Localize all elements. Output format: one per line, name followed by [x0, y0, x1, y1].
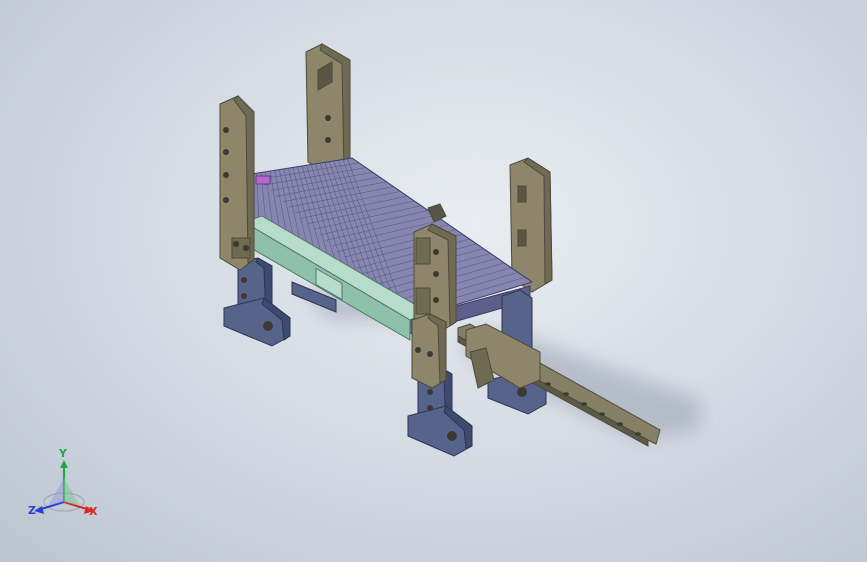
- triad-y-label: Y: [59, 447, 67, 460]
- cad-graphics-viewport[interactable]: Y X Z: [0, 0, 867, 562]
- left-front-upright-plate[interactable]: [219, 95, 255, 271]
- magenta-bracket[interactable]: [255, 175, 271, 185]
- rear-left-upright-plate[interactable]: [305, 43, 351, 179]
- left-column-base[interactable]: [223, 257, 291, 347]
- front-right-upright-plate[interactable]: [411, 223, 457, 389]
- triad-x-label: X: [89, 505, 98, 518]
- triad-z-label: Z: [28, 504, 36, 517]
- assembly-model[interactable]: [0, 0, 867, 562]
- orientation-triad[interactable]: Y X Z: [22, 448, 112, 528]
